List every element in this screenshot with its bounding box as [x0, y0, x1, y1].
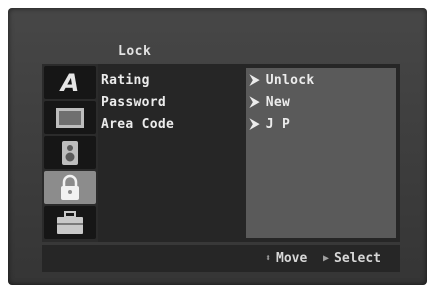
move-label: Move — [276, 251, 308, 266]
value-rating-text: Unlock — [265, 73, 315, 88]
menu-item-rating[interactable]: Rating — [101, 73, 150, 88]
menu-item-area-code[interactable]: Area Code — [101, 117, 174, 132]
toolbox-icon — [57, 210, 83, 234]
value-password[interactable]: ⮞ New — [250, 95, 290, 110]
option-arrow-icon: ⮞ — [250, 95, 260, 110]
sidebar-item-audio[interactable] — [44, 136, 96, 169]
value-panel — [246, 68, 396, 238]
sidebar: A — [42, 64, 98, 242]
sidebar-item-lock[interactable] — [44, 171, 96, 204]
menu-item-password[interactable]: Password — [101, 95, 166, 110]
option-arrow-icon: ⮞ — [250, 73, 260, 88]
sidebar-item-others[interactable] — [44, 206, 96, 239]
option-arrow-icon: ⮞ — [250, 117, 260, 132]
value-area-code-text: J P — [265, 117, 291, 132]
tv-screen-icon — [56, 107, 84, 128]
value-rating[interactable]: ⮞ Unlock — [250, 73, 314, 88]
select-hint: ▶ Select — [323, 251, 381, 266]
page-title: Lock — [118, 44, 152, 59]
select-label: Select — [334, 251, 381, 266]
speaker-icon — [62, 140, 78, 165]
letter-a-icon: A — [60, 68, 80, 97]
right-triangle-icon: ▶ — [323, 253, 330, 264]
value-area-code[interactable]: ⮞ J P — [250, 117, 290, 132]
value-password-text: New — [265, 95, 291, 110]
padlock-icon — [61, 174, 79, 200]
up-down-arrows-icon: ⬍ — [265, 253, 272, 264]
sidebar-item-display[interactable] — [44, 101, 96, 134]
move-hint: ⬍ Move — [265, 251, 307, 266]
sidebar-item-language[interactable]: A — [44, 66, 96, 99]
